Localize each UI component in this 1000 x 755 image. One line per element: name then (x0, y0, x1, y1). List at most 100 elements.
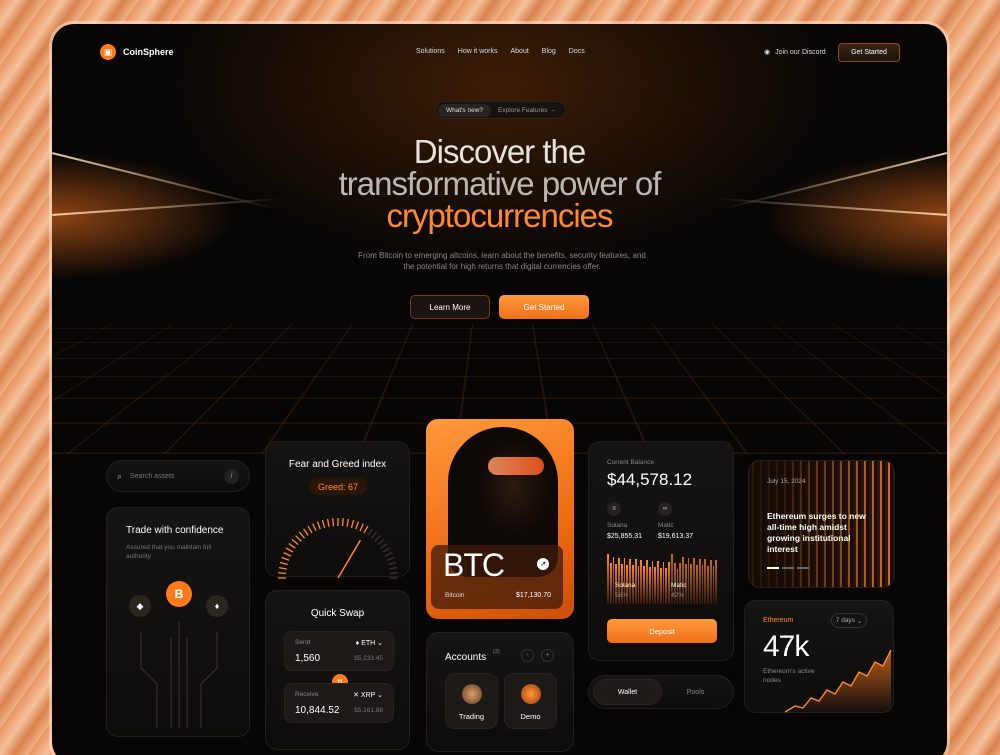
plus-icon[interactable]: + (541, 649, 554, 662)
account-trading[interactable]: Trading (445, 673, 498, 729)
gauge-tick (380, 543, 388, 549)
allocation-bar (645, 560, 648, 604)
gauge-tick (346, 518, 350, 527)
trade-title: Trade with confidence (126, 525, 224, 536)
matic-name: Matic (658, 522, 674, 529)
btc-symbol: BTC (443, 547, 505, 583)
allocation-bar (668, 562, 670, 604)
matic-icon: ∞ (658, 502, 672, 516)
nav-link-docs[interactable]: Docs (569, 48, 585, 55)
ethereum-nodes-card: Ethereum 7 days ⌄ 47k Ethereum's active … (744, 600, 894, 714)
fear-greed-title: Fear and Greed index (288, 459, 387, 470)
gauge-tick (332, 518, 335, 527)
allocation-bar (665, 568, 668, 604)
allocation-bar (709, 559, 712, 604)
solana-icon: ≡ (607, 502, 621, 516)
receive-amount[interactable]: 10,844.52 (295, 705, 340, 716)
eth-name: Ethereum (763, 617, 794, 624)
hero-get-started-button[interactable]: Get Started (499, 295, 589, 319)
nav-link-how-it-works[interactable]: How it works (458, 48, 498, 55)
gauge-tick (298, 531, 306, 539)
hero-title-line3: cryptocurrencies (386, 197, 613, 234)
gauge-tick (359, 523, 364, 532)
gauge-tick (367, 528, 373, 536)
carousel-dots[interactable] (767, 567, 809, 569)
accounts-count: (2) (493, 649, 500, 655)
balance-value: $44,578.12 (607, 470, 693, 489)
tab-wallet[interactable]: Wallet (593, 679, 662, 705)
trade-subtitle: Assured that you maintain full authority (126, 544, 212, 560)
gauge-tick (386, 556, 395, 561)
circuit-lines (140, 622, 218, 728)
solana-name: Solana (607, 522, 628, 529)
send-field[interactable]: Send ♦ ETH ⌄ 1,560 $5,233.45 (284, 631, 394, 671)
receive-field[interactable]: Receive ✕ XRP ⌄ 10,844.52 $5,161.88 (284, 683, 394, 723)
search-input[interactable]: Search assets (130, 473, 216, 480)
btc-info-panel: BTC ↗ Bitcoin $17,130.70 (431, 545, 563, 609)
nav-link-about[interactable]: About (510, 48, 528, 55)
bitcoin-icon[interactable]: B (166, 581, 192, 607)
minus-icon[interactable]: - (521, 649, 534, 662)
gauge-tick (377, 538, 385, 546)
deposit-button[interactable]: Deposit (607, 619, 717, 643)
news-date: July 15, 2024 (767, 478, 806, 485)
send-usd: $5,233.45 (354, 655, 383, 662)
news-card[interactable]: July 15, 2024 Ethereum surges to new all… (748, 460, 895, 588)
avatar (462, 684, 482, 704)
discord-icon: ◉ (764, 49, 771, 56)
tab-pools[interactable]: Pools (662, 679, 729, 705)
ethereum-icon[interactable]: ♦ (206, 595, 228, 617)
allocation-bar (704, 559, 707, 604)
range-label: 7 days (835, 617, 855, 624)
learn-more-button[interactable]: Learn More (410, 295, 490, 319)
gauge-tick (321, 519, 326, 528)
send-label: Send (295, 639, 311, 646)
eth-sparkline (785, 649, 892, 714)
allocation-bar (712, 566, 715, 604)
accounts-title: Accounts (445, 652, 487, 663)
matic-value: $19,613.37 (658, 533, 694, 540)
avatar (521, 684, 541, 704)
whats-new-label: What's new? (438, 103, 492, 117)
discord-link[interactable]: ◉ Join our Discord (764, 48, 826, 57)
allocation-bar (715, 560, 718, 604)
gauge-tick (316, 521, 321, 530)
balance-card: Current Balance $44,578.12 ≡ ∞ Solana Ma… (588, 441, 734, 661)
account-demo[interactable]: Demo (504, 673, 557, 729)
nav-link-solutions[interactable]: Solutions (416, 48, 445, 55)
allocation-bar (657, 561, 659, 604)
whats-new-pill[interactable]: What's new? Explore Features → (435, 101, 566, 119)
allocation-bar (687, 557, 690, 604)
allocation-bar (651, 560, 654, 604)
gauge-tick (283, 552, 292, 557)
nav-link-blog[interactable]: Blog (542, 48, 556, 55)
trade-card: Trade with confidence Assured that you m… (106, 507, 250, 737)
arrow-up-right-icon[interactable]: ↗ (537, 558, 549, 570)
send-token-select[interactable]: ♦ ETH ⌄ (356, 639, 383, 647)
receive-usd: $5,161.88 (354, 707, 383, 714)
gauge-tick (384, 552, 393, 557)
gauge-tick (382, 547, 391, 553)
gauge-tick (278, 572, 287, 575)
receive-label: Receive (295, 691, 319, 698)
range-select[interactable]: 7 days ⌄ (831, 613, 867, 628)
quick-swap-card: Quick Swap Send ♦ ETH ⌄ 1,560 $5,233.45 … (265, 590, 410, 750)
search-bar[interactable]: ⌕ Search assets / (106, 460, 250, 492)
explore-features-link[interactable]: Explore Features → (491, 107, 563, 114)
solana-value: $25,855.31 (607, 533, 643, 540)
greed-badge: Greed: 67 (309, 478, 367, 495)
allocation-bar (662, 561, 665, 604)
gauge-tick (295, 535, 302, 542)
get-started-button[interactable]: Get Started (838, 43, 900, 62)
receive-token-select[interactable]: ✕ XRP ⌄ (353, 691, 383, 699)
logo[interactable]: ▣ CoinSphere (100, 44, 174, 60)
receive-token: XRP (360, 692, 376, 699)
hero-title-line2: transformative power of (338, 165, 662, 202)
gauge-tick (389, 566, 398, 570)
btc-card[interactable]: BTC ↗ Bitcoin $17,130.70 (426, 419, 574, 619)
send-amount[interactable]: 1,560 (295, 653, 320, 664)
gauge-tick (355, 521, 360, 530)
gauge-tick (303, 528, 309, 536)
bnb-icon[interactable]: ◆ (129, 595, 151, 617)
allocation-bar (707, 565, 709, 604)
